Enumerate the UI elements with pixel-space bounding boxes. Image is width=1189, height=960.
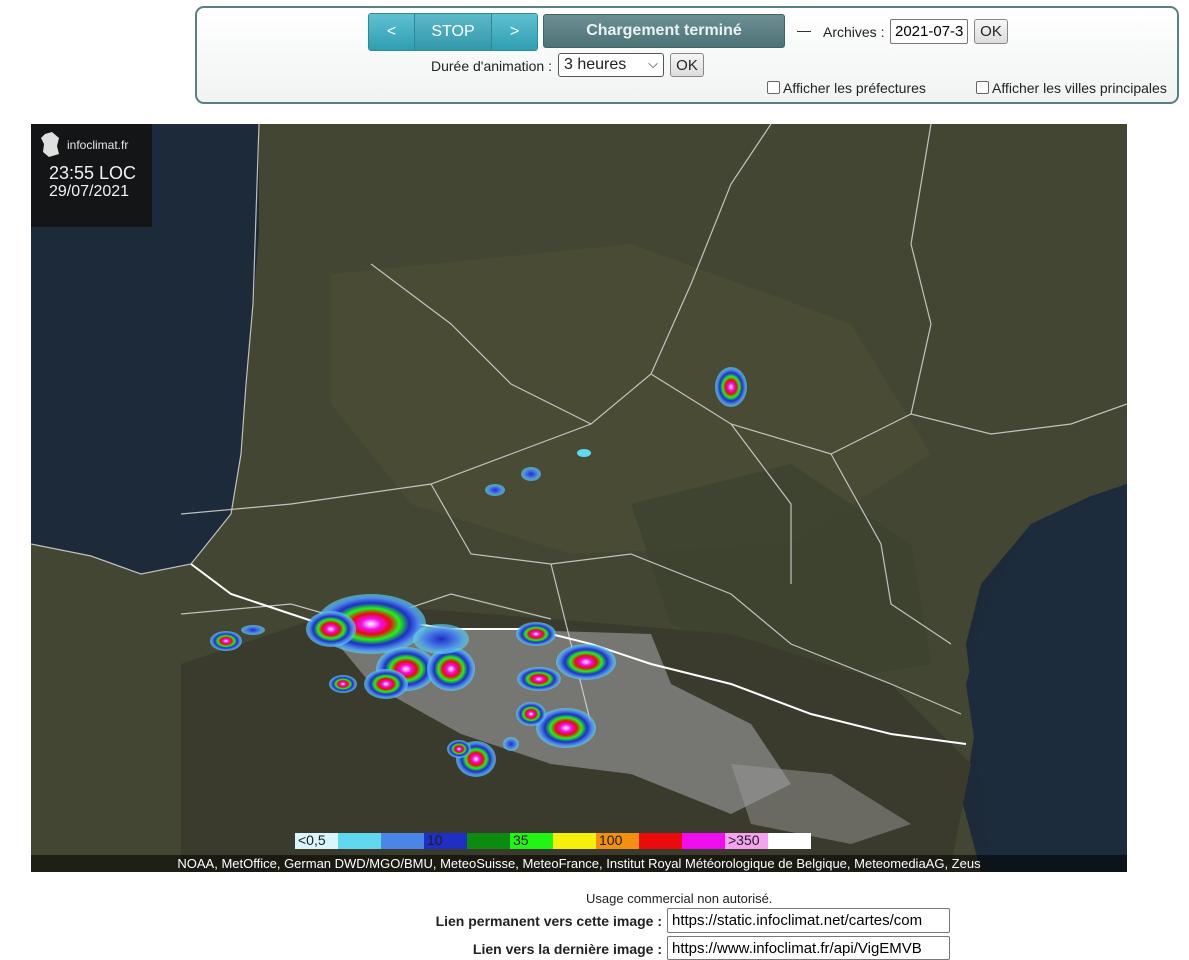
france-logo-icon — [41, 132, 59, 157]
timestamp-badge: infoclimat.fr 23:55 LOC 29/07/2021 — [31, 124, 152, 227]
animation-ok-button[interactable]: OK — [670, 53, 704, 77]
archives-ok-button[interactable]: OK — [974, 19, 1008, 44]
brand-label: infoclimat.fr — [67, 138, 129, 152]
villes-checkbox[interactable] — [976, 81, 989, 94]
time-label: 23:55 LOC — [49, 163, 137, 183]
legend-label: >350 — [728, 832, 760, 848]
legend-swatch: 10 — [424, 832, 467, 849]
legend-swatch — [553, 833, 596, 849]
animation-duration-label: Durée d'animation : — [431, 58, 552, 74]
legend-swatch: <0,5 — [295, 832, 338, 849]
legend-swatch — [768, 833, 811, 849]
legend-swatch: >350 — [725, 832, 768, 849]
stop-button[interactable]: STOP — [414, 14, 492, 50]
prefectures-checkbox[interactable] — [767, 81, 780, 94]
archives-label: Archives : — [823, 24, 885, 40]
next-frame-button[interactable]: > — [492, 14, 537, 50]
legend-swatch — [639, 833, 682, 849]
radar-map: infoclimat.fr 23:55 LOC 29/07/2021 <0,5 1… — [31, 124, 1127, 872]
chevron-down-icon: ⌵ — [648, 56, 658, 71]
legend-swatch — [381, 833, 424, 849]
control-panel: < STOP > Chargement terminé — Archives :… — [195, 6, 1179, 104]
latest-image-label: Lien vers la dernière image : — [472, 941, 662, 957]
separator-dash: — — [797, 22, 811, 38]
date-label: 29/07/2021 — [49, 183, 130, 200]
latest-image-input[interactable] — [667, 936, 950, 960]
legend-label: <0,5 — [298, 832, 326, 848]
legend-swatch — [467, 833, 510, 849]
prefectures-label: Afficher les préfectures — [783, 80, 926, 96]
permalink-input[interactable] — [667, 908, 950, 933]
legend-swatch — [338, 833, 381, 849]
data-credits: NOAA, MetOffice, German DWD/MGO/BMU, Met… — [31, 855, 1127, 872]
villes-label: Afficher les villes principales — [992, 80, 1167, 96]
archives-date-input[interactable] — [890, 19, 968, 44]
map-image — [31, 124, 1127, 872]
legend-label: 10 — [427, 832, 443, 848]
legend-label: 100 — [599, 832, 623, 848]
legend-swatch: 100 — [596, 832, 639, 849]
animation-duration-value: 3 heures — [564, 56, 627, 73]
previous-frame-button[interactable]: < — [369, 14, 414, 50]
loading-status: Chargement terminé — [543, 14, 785, 48]
animation-duration-select[interactable]: 3 heures ⌵ — [558, 53, 664, 77]
permalink-label: Lien permanent vers cette image : — [435, 913, 662, 929]
legend-label: 35 — [513, 832, 529, 848]
playback-controls: < STOP > — [368, 13, 538, 51]
precipitation-legend: <0,5 10 35 100 >350 — [295, 832, 811, 849]
usage-notice: Usage commercial non autorisé. — [586, 891, 773, 906]
legend-swatch: 35 — [510, 832, 553, 849]
legend-swatch — [682, 833, 725, 849]
